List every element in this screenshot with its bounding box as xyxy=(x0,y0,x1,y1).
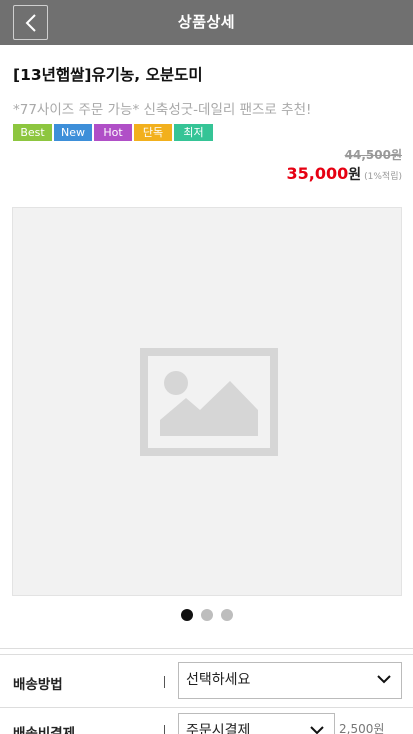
chevron-down-icon xyxy=(310,726,324,734)
badge-new: New xyxy=(54,124,92,141)
badge-list: Best New Hot 단독 최저가 xyxy=(13,124,213,156)
slide-dot-3[interactable] xyxy=(221,609,233,621)
product-name: [13년햅쌀]유기농, 오분도미 xyxy=(13,66,203,84)
label-separator xyxy=(164,725,165,734)
product-description: *77사이즈 주문 가능* 신축성굿-데일리 팬즈로 추천! xyxy=(13,102,312,118)
shipping-method-select[interactable]: 선택하세요 xyxy=(178,662,402,699)
shipping-payment-select[interactable]: 주문시결제 xyxy=(178,713,335,734)
badge-exclusive: 단독 xyxy=(134,124,172,141)
badge-lowest-price: 최저가 xyxy=(174,124,213,156)
shipping-method-value: 선택하세요 xyxy=(186,672,251,688)
shipping-payment-label: 배송비결제 xyxy=(13,726,76,734)
chevron-down-icon xyxy=(377,675,391,684)
original-price: 44,500원 xyxy=(344,148,402,162)
shipping-method-label: 배송방법 xyxy=(13,677,63,693)
section-divider xyxy=(0,654,413,655)
image-placeholder-icon xyxy=(140,348,278,456)
sale-price: 35,000 xyxy=(286,164,349,183)
row-divider xyxy=(0,707,413,708)
slide-indicator xyxy=(181,609,233,621)
points-rate: (1%적립) xyxy=(364,172,402,182)
top-header: 상품상세 xyxy=(0,0,413,45)
shipping-fee: 2,500원 xyxy=(339,722,385,734)
slide-dot-2[interactable] xyxy=(201,609,213,621)
label-separator xyxy=(164,676,165,688)
page-title: 상품상세 xyxy=(177,13,236,31)
badge-best: Best xyxy=(13,124,52,141)
price-row: 35,000원 (1%적립) xyxy=(286,164,402,184)
product-image-slider[interactable] xyxy=(12,207,402,596)
slide-dot-1[interactable] xyxy=(181,609,193,621)
currency-unit: 원 xyxy=(348,167,362,183)
section-divider xyxy=(0,648,413,649)
badge-hot: Hot xyxy=(94,124,132,141)
shipping-payment-value: 주문시결제 xyxy=(186,723,251,734)
